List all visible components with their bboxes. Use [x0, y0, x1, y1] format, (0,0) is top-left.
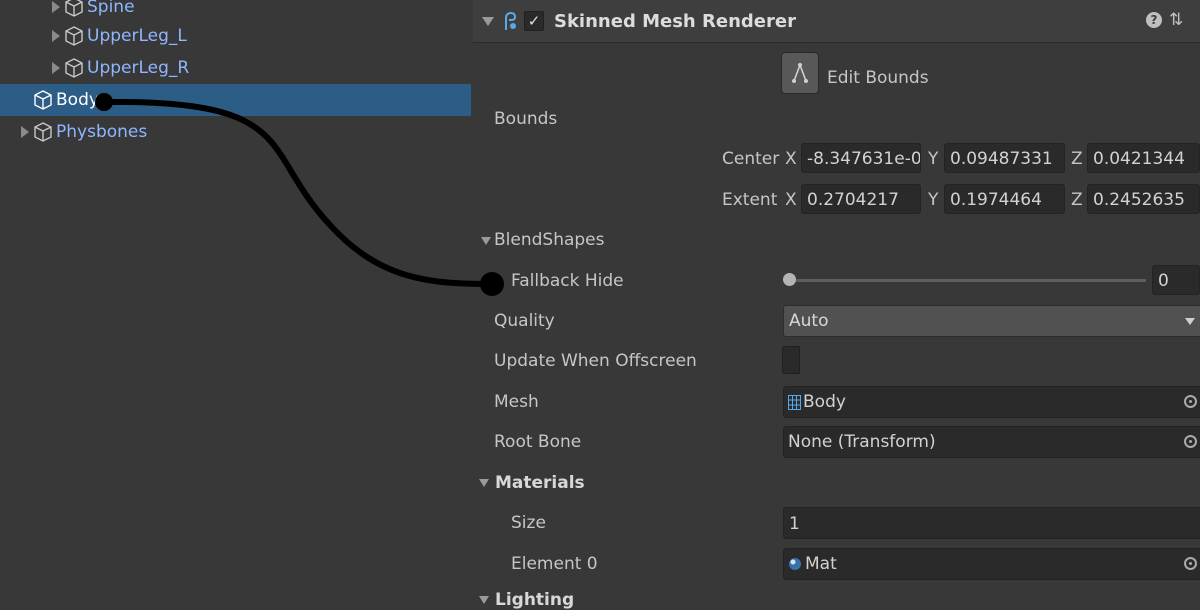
extent-y-field[interactable]: 0.1974464: [944, 184, 1065, 214]
chevron-down-icon: [1185, 318, 1195, 325]
root-bone-field[interactable]: None (Transform): [783, 426, 1200, 458]
lighting-label[interactable]: Lighting: [495, 590, 574, 610]
quality-label: Quality: [494, 311, 555, 331]
axis-y-label: Y: [928, 149, 939, 169]
materials-size-label: Size: [511, 513, 546, 533]
hierarchy-item-label: UpperLeg_R: [87, 58, 190, 78]
hierarchy-item-label: UpperLeg_L: [87, 26, 187, 46]
hierarchy-item-label: Body: [56, 90, 99, 110]
element0-value: Mat: [805, 554, 837, 574]
root-bone-label: Root Bone: [494, 432, 582, 452]
axis-x-label: X: [785, 149, 797, 169]
gameobject-cube-icon: [34, 122, 52, 142]
object-picker-icon[interactable]: [1184, 395, 1197, 408]
mesh-grid-icon: [788, 394, 801, 410]
gameobject-cube-icon: [65, 26, 83, 46]
foldout-arrow-icon[interactable]: [482, 16, 494, 26]
root-bone-value: None (Transform): [788, 432, 936, 452]
object-picker-icon[interactable]: [1184, 557, 1197, 570]
axis-y-label: Y: [928, 190, 939, 210]
center-label: Center: [722, 149, 780, 169]
gameobject-cube-icon: [34, 90, 52, 110]
materials-size-field[interactable]: 1: [783, 507, 1200, 539]
gameobject-cube-icon: [65, 58, 83, 78]
expand-arrow-icon[interactable]: [52, 1, 60, 13]
blendshape-value-field[interactable]: 0: [1152, 265, 1200, 295]
preset-icon[interactable]: ⇅: [1169, 10, 1183, 30]
help-icon[interactable]: ?: [1146, 12, 1162, 28]
gameobject-cube-icon: [65, 0, 83, 17]
element0-label: Element 0: [511, 554, 598, 574]
expand-arrow-icon[interactable]: [52, 30, 60, 42]
bounds-label: Bounds: [494, 109, 558, 129]
center-y-field[interactable]: 0.09487331: [944, 143, 1065, 173]
update-offscreen-checkbox[interactable]: [782, 346, 800, 374]
element0-field[interactable]: Mat: [783, 548, 1200, 580]
blendshape-slider-track[interactable]: [789, 279, 1146, 282]
blendshape-fallback-hide-label: Fallback Hide: [511, 271, 624, 291]
skinned-mesh-renderer-icon: [505, 11, 517, 30]
blendshape-slider-thumb[interactable]: [783, 273, 796, 286]
expand-arrow-icon[interactable]: [52, 62, 60, 74]
hierarchy-item-label: Physbones: [56, 122, 148, 142]
mesh-label: Mesh: [494, 392, 539, 412]
center-z-field[interactable]: 0.0421344: [1087, 143, 1200, 173]
center-x-field[interactable]: -8.347631e-05: [801, 143, 921, 173]
component-title: Skinned Mesh Renderer: [554, 10, 796, 32]
lighting-foldout-icon[interactable]: [479, 596, 489, 604]
mesh-value: Body: [803, 392, 846, 412]
axis-z-label: Z: [1071, 149, 1083, 169]
axis-z-label: Z: [1071, 190, 1083, 210]
quality-dropdown[interactable]: Auto: [783, 305, 1200, 337]
axis-x-label: X: [785, 190, 797, 210]
update-offscreen-label: Update When Offscreen: [494, 351, 697, 371]
mesh-field[interactable]: Body: [783, 386, 1200, 418]
extent-x-field[interactable]: 0.2704217: [801, 184, 921, 214]
hierarchy-item-upperleg-l[interactable]: UpperLeg_L: [52, 20, 472, 52]
quality-value: Auto: [789, 311, 829, 331]
material-sphere-icon: [789, 558, 801, 570]
hierarchy-item-label: Spine: [87, 0, 135, 17]
hierarchy-item-upperleg-r[interactable]: UpperLeg_R: [52, 52, 472, 84]
hierarchy-item-physbones[interactable]: Physbones: [21, 116, 461, 148]
expand-arrow-icon[interactable]: [21, 126, 29, 138]
materials-foldout-icon[interactable]: [479, 479, 489, 487]
blendshapes-foldout-icon[interactable]: [481, 237, 491, 245]
component-enabled-checkbox[interactable]: ✓: [524, 11, 544, 31]
blendshapes-label[interactable]: BlendShapes: [494, 230, 605, 250]
materials-label[interactable]: Materials: [495, 473, 585, 493]
object-picker-icon[interactable]: [1184, 435, 1197, 448]
extent-label: Extent: [722, 190, 778, 210]
edit-bounds-icon: [792, 62, 808, 83]
edit-bounds-label: Edit Bounds: [827, 68, 929, 88]
hierarchy-item-body[interactable]: Body: [0, 84, 471, 116]
hierarchy-panel: Spine UpperLeg_L UpperLeg_R Body Physbon…: [0, 0, 472, 600]
component-header[interactable]: ✓ Skinned Mesh Renderer ? ⇅: [473, 0, 1200, 43]
edit-bounds-button[interactable]: [781, 52, 819, 94]
extent-z-field[interactable]: 0.2452635: [1087, 184, 1200, 214]
